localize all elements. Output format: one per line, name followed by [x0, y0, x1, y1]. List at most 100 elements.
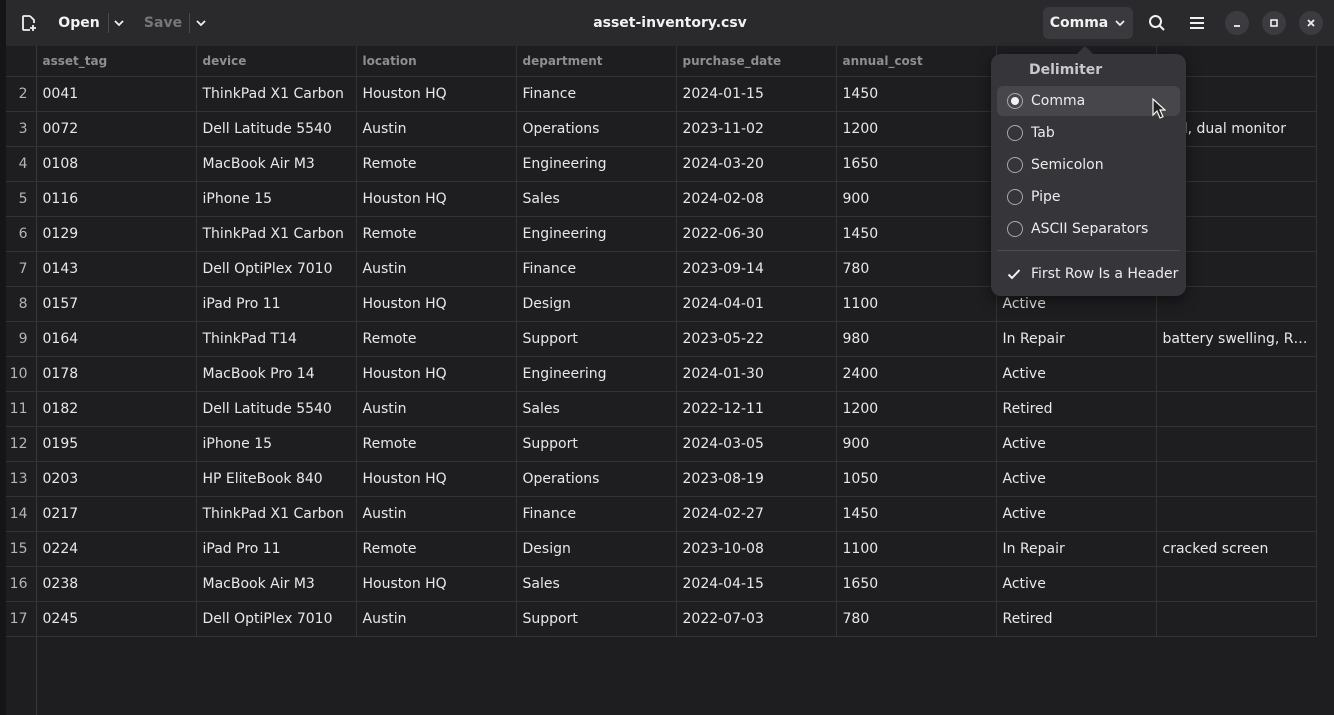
column-header[interactable]: device [196, 46, 357, 77]
table-cell[interactable]: Support [516, 321, 677, 357]
table-cell[interactable]: 2022-12-11 [676, 391, 837, 427]
table-cell[interactable]: 0217 [36, 496, 197, 532]
table-cell[interactable]: Dell OptiPlex 7010 [196, 601, 357, 637]
table-cell[interactable]: 2024-03-05 [676, 426, 837, 462]
table-cell[interactable]: 0238 [36, 566, 197, 602]
table-cell[interactable]: Austin [356, 391, 517, 427]
column-header[interactable]: department [516, 46, 677, 77]
table-cell[interactable] [1156, 496, 1317, 532]
table-cell[interactable]: 1100 [836, 286, 997, 322]
table-cell[interactable]: Austin [356, 496, 517, 532]
table-cell[interactable]: 1050 [836, 461, 997, 497]
table-cell[interactable]: Active [996, 566, 1157, 602]
table-cell[interactable]: 0041 [36, 76, 197, 112]
table-cell[interactable]: Finance [516, 251, 677, 287]
save-button[interactable]: Save [134, 10, 192, 36]
table-cell[interactable]: Remote [356, 321, 517, 357]
table-cell[interactable]: 2023-08-19 [676, 461, 837, 497]
table-cell[interactable]: MacBook Pro 14 [196, 356, 357, 392]
table-cell[interactable]: Dell OptiPlex 7010 [196, 251, 357, 287]
table-cell[interactable]: Finance [516, 496, 677, 532]
table-cell[interactable] [1156, 601, 1317, 637]
table-cell[interactable] [1156, 461, 1317, 497]
table-cell[interactable] [1156, 391, 1317, 427]
new-document-button[interactable] [16, 11, 42, 35]
table-cell[interactable]: Dell Latitude 5540 [196, 391, 357, 427]
table-cell[interactable]: Engineering [516, 146, 677, 182]
table-cell[interactable]: Houston HQ [356, 461, 517, 497]
table-cell[interactable]: 1650 [836, 566, 997, 602]
table-cell[interactable]: 2023-11-02 [676, 111, 837, 147]
table-cell[interactable]: 2023-10-08 [676, 531, 837, 567]
table-cell[interactable]: Austin [356, 111, 517, 147]
table-cell[interactable]: iPad Pro 11 [196, 531, 357, 567]
delimiter-menu-button[interactable]: Comma [1043, 7, 1133, 39]
table-cell[interactable]: 0164 [36, 321, 197, 357]
table-cell[interactable]: Houston HQ [356, 356, 517, 392]
main-menu-button[interactable] [1184, 10, 1210, 36]
open-menu-button[interactable] [108, 10, 130, 36]
table-cell[interactable]: 2024-01-30 [676, 356, 837, 392]
table-cell[interactable]: Austin [356, 601, 517, 637]
table-cell[interactable]: HP EliteBook 840 [196, 461, 357, 497]
table-row[interactable]: 10 0178 MacBook Pro 14 Houston HQ Engineerin… [6, 356, 1317, 392]
table-cell[interactable]: 780 [836, 251, 997, 287]
table-cell[interactable]: Houston HQ [356, 286, 517, 322]
table-cell[interactable]: cracked screen [1156, 531, 1317, 567]
table-cell[interactable]: 1650 [836, 146, 997, 182]
table-cell[interactable]: Support [516, 426, 677, 462]
table-cell[interactable]: Support [516, 601, 677, 637]
table-cell[interactable]: Retired [996, 601, 1157, 637]
table-row[interactable]: 12 0195 iPhone 15 Remote Support 2024-03-05 90… [6, 426, 1317, 462]
table-cell[interactable]: 0203 [36, 461, 197, 497]
table-cell[interactable]: Active [996, 426, 1157, 462]
table-cell[interactable]: Remote [356, 216, 517, 252]
table-cell[interactable]: Austin [356, 251, 517, 287]
table-cell[interactable]: 0245 [36, 601, 197, 637]
table-cell[interactable]: ThinkPad T14 [196, 321, 357, 357]
table-cell[interactable]: Active [996, 356, 1157, 392]
table-cell[interactable]: Operations [516, 111, 677, 147]
table-cell[interactable]: 0182 [36, 391, 197, 427]
table-cell[interactable]: 0224 [36, 531, 197, 567]
table-cell[interactable]: Sales [516, 566, 677, 602]
table-row[interactable]: 9 0164 ThinkPad T14 Remote Support 2023-05-22… [6, 321, 1317, 357]
table-cell[interactable]: Active [996, 461, 1157, 497]
column-header[interactable]: asset_tag [36, 46, 197, 77]
table-row[interactable]: 15 0224 iPad Pro 11 Remote Design 2023-10-08 1… [6, 531, 1317, 567]
open-button[interactable]: Open [50, 10, 108, 36]
table-cell[interactable]: Active [996, 496, 1157, 532]
search-button[interactable] [1144, 10, 1170, 36]
close-button[interactable] [1299, 11, 1323, 35]
table-cell[interactable]: 0195 [36, 426, 197, 462]
table-cell[interactable]: 0157 [36, 286, 197, 322]
table-cell[interactable]: 0143 [36, 251, 197, 287]
table-cell[interactable]: 2024-02-27 [676, 496, 837, 532]
column-header[interactable]: annual_cost [836, 46, 997, 77]
table-cell[interactable]: 2024-04-01 [676, 286, 837, 322]
table-cell[interactable]: 900 [836, 426, 997, 462]
table-cell[interactable]: Design [516, 531, 677, 567]
table-cell[interactable]: Remote [356, 531, 517, 567]
table-cell[interactable]: 2022-06-30 [676, 216, 837, 252]
table-row[interactable]: 16 0238 MacBook Air M3 Houston HQ Sales 2024-… [6, 566, 1317, 602]
table-cell[interactable]: 1200 [836, 391, 997, 427]
table-cell[interactable]: 0178 [36, 356, 197, 392]
table-cell[interactable] [1156, 566, 1317, 602]
table-cell[interactable]: 2024-03-20 [676, 146, 837, 182]
delimiter-option[interactable]: Semicolon [997, 150, 1180, 180]
column-header[interactable]: location [356, 46, 517, 77]
table-cell[interactable]: ThinkPad X1 Carbon [196, 76, 357, 112]
table-cell[interactable]: 1450 [836, 216, 997, 252]
table-cell[interactable]: 1100 [836, 531, 997, 567]
table-cell[interactable]: 2023-05-22 [676, 321, 837, 357]
table-row[interactable]: 17 0245 Dell OptiPlex 7010 Austin Support 202… [6, 601, 1317, 637]
table-cell[interactable]: iPhone 15 [196, 426, 357, 462]
table-cell[interactable]: Sales [516, 391, 677, 427]
first-row-header-toggle[interactable]: First Row Is a Header [997, 259, 1180, 289]
table-cell[interactable]: 980 [836, 321, 997, 357]
table-cell[interactable] [1156, 356, 1317, 392]
table-row[interactable]: 13 0203 HP EliteBook 840 Houston HQ Operatio… [6, 461, 1317, 497]
table-cell[interactable]: 0116 [36, 181, 197, 217]
table-cell[interactable]: iPad Pro 11 [196, 286, 357, 322]
